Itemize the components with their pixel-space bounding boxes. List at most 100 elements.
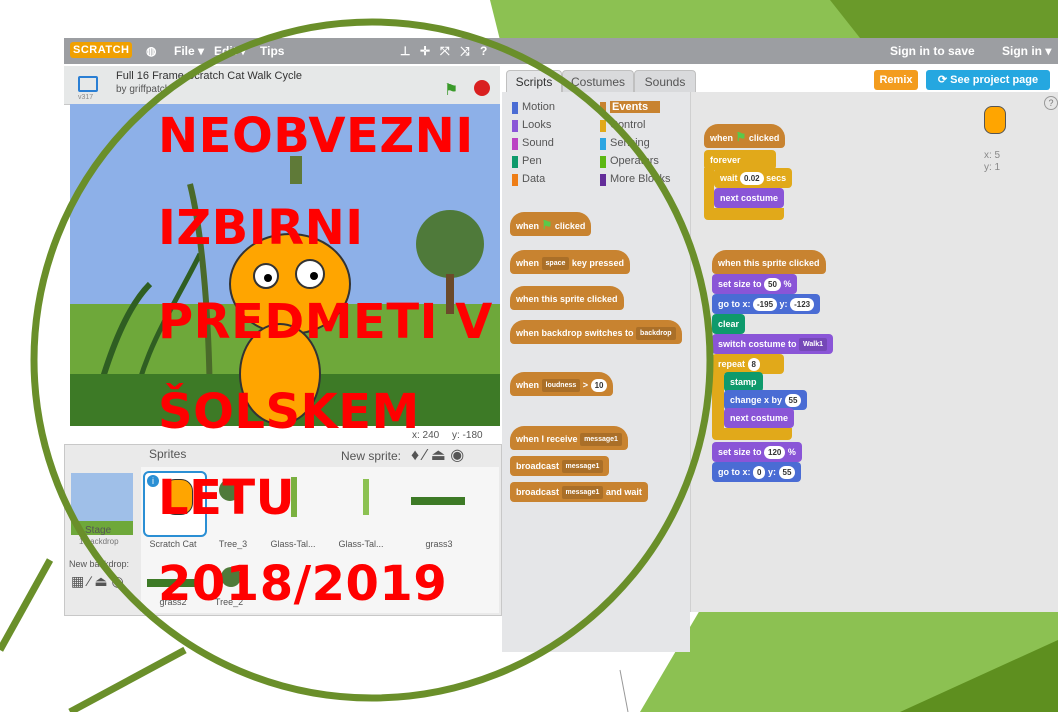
shrink-icon[interactable]: ⤨ — [460, 44, 470, 59]
sign-in-to-save-link[interactable]: Sign in to save — [890, 44, 975, 58]
tab-costumes[interactable]: Costumes — [562, 70, 634, 93]
palette-broadcast[interactable]: broadcast message1 — [510, 456, 610, 476]
backdrop-dropdown[interactable]: backdrop — [636, 327, 676, 341]
block-label: broadcast — [516, 487, 560, 497]
y-value[interactable]: 55 — [778, 466, 796, 480]
block-label: broadcast — [516, 461, 560, 471]
message-dropdown[interactable]: message1 — [580, 433, 622, 447]
category-sound[interactable]: Sound — [522, 137, 554, 149]
overlay-line-6: 2018/2019 — [158, 556, 448, 612]
script-go-to-2[interactable]: go to x: 0 y: 55 — [712, 462, 802, 482]
script-go-to[interactable]: go to x: -195 y: -123 — [712, 294, 821, 314]
category-color-swatch — [600, 174, 606, 186]
palette-when-i-receive[interactable]: when I receive message1 — [510, 426, 628, 450]
category-looks[interactable]: Looks — [522, 119, 551, 131]
change-value[interactable]: 55 — [784, 394, 802, 408]
scratch-logo[interactable]: SCRATCH — [70, 42, 133, 58]
category-sensing[interactable]: Sensing — [610, 137, 650, 149]
green-flag-icon: ⚑ — [541, 218, 553, 232]
green-flag-icon[interactable]: ⚑ — [444, 80, 458, 100]
green-flag-icon: ⚑ — [735, 130, 747, 144]
costume-dropdown[interactable]: Walk1 — [799, 338, 828, 352]
script-next-costume[interactable]: next costume — [714, 188, 785, 208]
stage-label: Stage — [85, 525, 112, 536]
sign-in-link[interactable]: Sign in ▾ — [1002, 44, 1051, 58]
palette-when-key-pressed[interactable]: when space key pressed — [510, 250, 630, 274]
script-set-size[interactable]: set size to 50 % — [712, 274, 798, 294]
block-label: set size to — [718, 447, 762, 457]
block-label: % — [787, 447, 796, 457]
category-control[interactable]: Control — [610, 119, 645, 131]
size-value[interactable]: 50 — [764, 278, 781, 292]
palette-when-backdrop-switches[interactable]: when backdrop switches to backdrop — [510, 320, 682, 344]
block-label: next costume — [720, 193, 779, 203]
tab-scripts[interactable]: Scripts — [506, 70, 562, 93]
block-label: key pressed — [571, 258, 624, 268]
help-icon[interactable]: ? — [1044, 96, 1058, 110]
sprite-thumb-glass-tall-2[interactable] — [363, 479, 369, 515]
x-value[interactable]: -195 — [753, 298, 778, 312]
help-icon[interactable]: ? — [480, 44, 487, 58]
grow-icon[interactable]: ⤧ — [440, 44, 450, 59]
script-stamp[interactable]: stamp — [724, 372, 763, 392]
version-label: v317 — [78, 94, 94, 101]
loudness-dropdown[interactable]: loudness — [541, 379, 581, 393]
presentation-mode-icon[interactable] — [78, 76, 98, 92]
block-label: stamp — [730, 377, 757, 387]
category-events[interactable]: Events — [610, 101, 661, 113]
script-next-costume-2[interactable]: next costume — [724, 408, 795, 428]
script-wait[interactable]: wait 0.02 secs — [714, 168, 793, 188]
loudness-value[interactable]: 10 — [590, 379, 608, 393]
message-dropdown[interactable]: message1 — [561, 486, 604, 500]
category-pen[interactable]: Pen — [522, 155, 542, 167]
palette-when-flag-clicked[interactable]: when ⚑ clicked — [510, 212, 592, 236]
file-menu[interactable]: File ▾ — [174, 44, 204, 58]
edit-menu[interactable]: Edit ▾ — [214, 44, 246, 58]
block-label: y: — [767, 467, 776, 477]
sprite-thumb-grass3[interactable] — [411, 497, 465, 505]
stop-icon[interactable] — [474, 80, 490, 96]
script-clear[interactable]: clear — [712, 314, 746, 334]
script-set-size-2[interactable]: set size to 120 % — [712, 442, 802, 462]
overlay-line-1: NEOBVEZNI — [158, 108, 474, 164]
backdrop-tools-icon[interactable]: ▦ ∕ ⏏ ◉ — [71, 573, 124, 590]
category-more-blocks[interactable]: More Blocks — [610, 173, 671, 185]
palette-when-sprite-clicked[interactable]: when this sprite clicked — [510, 286, 624, 310]
project-author: by griffpatch — [116, 84, 171, 95]
category-color-swatch — [512, 174, 518, 186]
project-title[interactable]: Full 16 Frame Scratch Cat Walk Cycle — [116, 70, 302, 82]
new-backdrop-label: New backdrop: — [69, 559, 130, 569]
see-project-page-button[interactable]: ⟳ See project page — [926, 70, 1050, 90]
script-repeat[interactable]: repeat 8 — [712, 354, 784, 374]
remix-button[interactable]: Remix — [874, 70, 918, 90]
repeat-value[interactable]: 8 — [747, 358, 760, 372]
sprite-label: Scratch Cat — [149, 539, 197, 549]
stage-header: v317 Full 16 Frame Scratch Cat Walk Cycl… — [64, 66, 500, 105]
script-when-flag-clicked[interactable]: when ⚑ clicked — [704, 124, 786, 148]
duplicate-icon[interactable]: ⊥ — [400, 44, 410, 58]
category-operators[interactable]: Operators — [610, 155, 659, 167]
palette-when-loudness[interactable]: when loudness > 10 — [510, 372, 614, 396]
script-when-sprite-clicked[interactable]: when this sprite clicked — [712, 250, 826, 274]
cut-icon[interactable]: ✛ — [420, 44, 430, 58]
script-switch-costume[interactable]: switch costume to Walk1 — [712, 334, 834, 354]
category-motion[interactable]: Motion — [522, 101, 555, 113]
palette-broadcast-and-wait[interactable]: broadcast message1 and wait — [510, 482, 648, 502]
sprite-x: x: 5 — [984, 150, 1001, 161]
category-data[interactable]: Data — [522, 173, 545, 185]
message-dropdown[interactable]: message1 — [561, 460, 604, 474]
sprite-label: grass3 — [425, 539, 453, 549]
sprite-label: Tree_3 — [218, 539, 248, 549]
size-value[interactable]: 120 — [764, 446, 786, 460]
script-change-x[interactable]: change x by 55 — [724, 390, 808, 410]
wait-value[interactable]: 0.02 — [740, 172, 764, 186]
new-sprite-tools-icon[interactable]: ♦ ∕ ⏏ ◉ — [411, 445, 464, 465]
category-color-swatch — [512, 102, 518, 114]
key-dropdown[interactable]: space — [541, 257, 570, 271]
y-value[interactable]: -123 — [790, 298, 815, 312]
tab-sounds[interactable]: Sounds — [634, 70, 696, 93]
x-value[interactable]: 0 — [753, 466, 766, 480]
tips-menu[interactable]: Tips — [260, 44, 284, 58]
script-forever[interactable]: forever — [704, 150, 776, 170]
globe-icon[interactable]: ◍ — [146, 44, 156, 58]
